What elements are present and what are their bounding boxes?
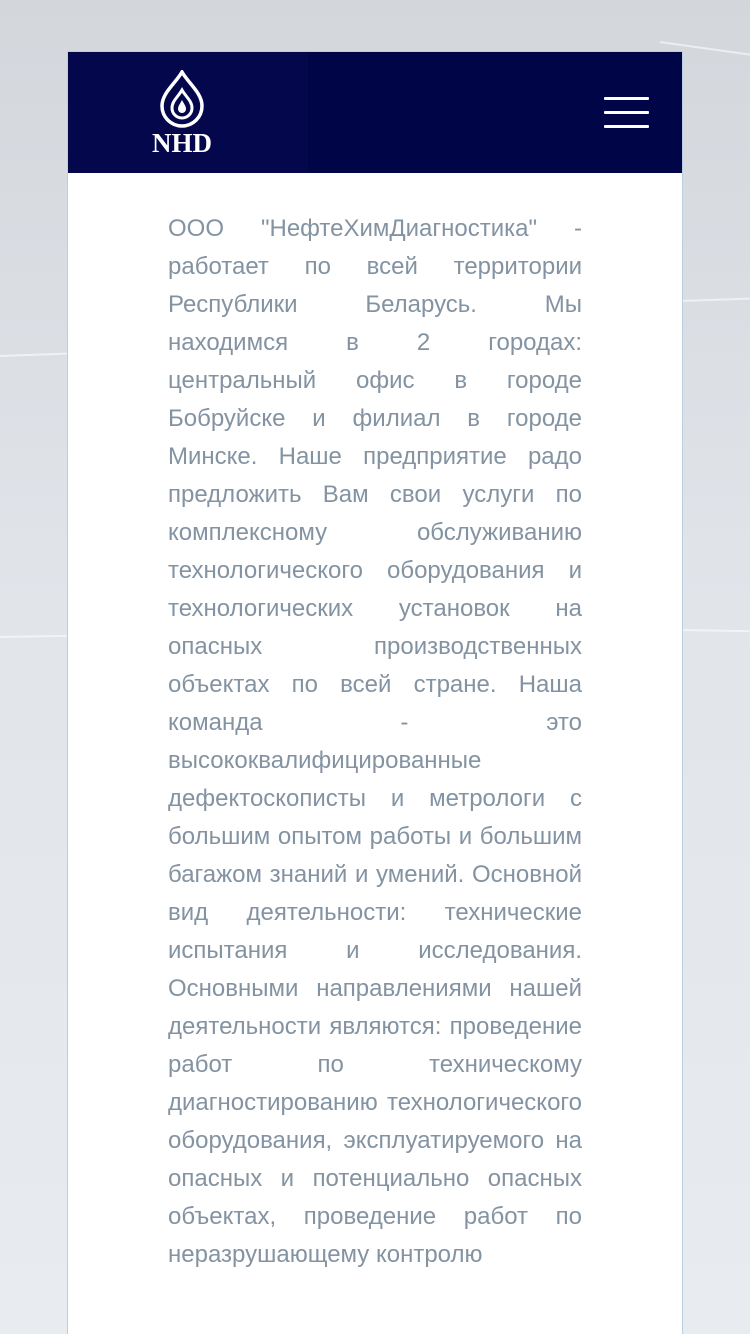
oil-drop-logo-icon (160, 70, 204, 128)
company-description: ООО "НефтеХимДиагностика" - работает по … (168, 215, 582, 1268)
menu-bar-middle (604, 111, 649, 114)
menu-bar-bottom (604, 125, 649, 128)
site-header: NHD (68, 52, 682, 173)
background-streak (679, 629, 750, 633)
menu-bar-top (604, 97, 649, 100)
hamburger-menu-icon[interactable] (604, 92, 652, 132)
content-card: NHD ООО "НефтеХимДиагностика" - работает… (67, 51, 683, 1334)
background-streak (680, 297, 750, 302)
logo-text: NHD (152, 128, 212, 158)
site-logo[interactable]: NHD (144, 70, 220, 160)
